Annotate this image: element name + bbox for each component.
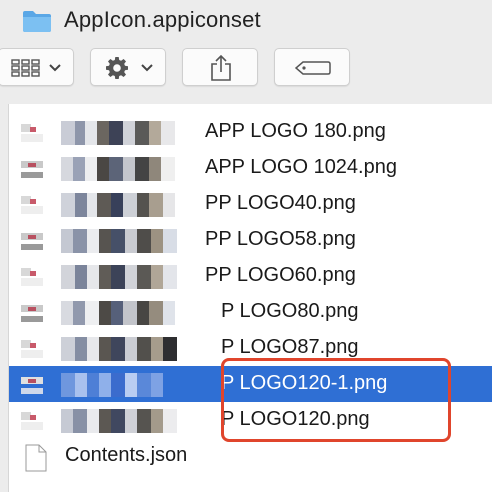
file-name: P LOGO120-1.png xyxy=(221,372,388,394)
file-name: PP LOGO58.png xyxy=(205,228,356,250)
file-name: Contents.json xyxy=(65,444,188,466)
chevron-down-icon xyxy=(141,64,153,72)
file-row[interactable]: Contents.json xyxy=(9,438,492,474)
file-row[interactable]: P LOGO120.png xyxy=(9,402,492,438)
file-row[interactable]: APP LOGO 180.png xyxy=(9,114,492,150)
file-row[interactable]: PP LOGO58.png xyxy=(9,222,492,258)
file-row[interactable]: APP LOGO 1024.png xyxy=(9,150,492,186)
view-options-button[interactable] xyxy=(0,48,74,86)
edit-tags-button[interactable] xyxy=(274,48,350,86)
grid-icon xyxy=(11,59,40,77)
file-list: APP LOGO 180.png APP LOGO 1024.png PP LO… xyxy=(8,104,492,492)
gear-icon xyxy=(106,57,128,79)
file-name: APP LOGO 180.png xyxy=(205,120,386,142)
image-file-icon xyxy=(21,377,43,394)
document-icon xyxy=(25,444,47,472)
image-file-icon xyxy=(21,412,43,430)
file-name: P LOGO120.png xyxy=(221,408,370,430)
file-row[interactable]: P LOGO80.png xyxy=(9,294,492,330)
image-file-icon xyxy=(21,196,43,214)
image-file-icon xyxy=(21,161,43,178)
file-name: P LOGO80.png xyxy=(221,300,359,322)
obscured-filename-prefix xyxy=(61,373,231,397)
image-file-icon xyxy=(21,340,43,358)
obscured-filename-prefix xyxy=(61,301,231,325)
share-icon xyxy=(211,54,231,81)
file-row[interactable]: P LOGO87.png xyxy=(9,330,492,366)
file-name: PP LOGO60.png xyxy=(205,264,356,286)
chevron-down-icon xyxy=(49,64,61,72)
image-file-icon xyxy=(21,233,43,250)
image-file-icon xyxy=(21,124,43,142)
tag-icon xyxy=(295,61,331,75)
window-title: AppIcon.appiconset xyxy=(64,7,261,32)
obscured-filename-prefix xyxy=(61,337,231,361)
file-name: APP LOGO 1024.png xyxy=(205,156,397,178)
file-name: PP LOGO40.png xyxy=(205,192,356,214)
share-button[interactable] xyxy=(182,48,258,86)
file-name: P LOGO87.png xyxy=(221,336,359,358)
file-row[interactable]: PP LOGO60.png xyxy=(9,258,492,294)
toolbar xyxy=(0,44,492,98)
obscured-filename-prefix xyxy=(61,409,231,433)
window-titlebar: AppIcon.appiconset xyxy=(0,0,492,44)
action-menu-button[interactable] xyxy=(90,48,166,86)
folder-icon xyxy=(23,11,51,32)
file-row-selected[interactable]: P LOGO120-1.png xyxy=(9,366,492,402)
image-file-icon xyxy=(21,305,43,322)
image-file-icon xyxy=(21,268,43,286)
file-row[interactable]: PP LOGO40.png xyxy=(9,186,492,222)
